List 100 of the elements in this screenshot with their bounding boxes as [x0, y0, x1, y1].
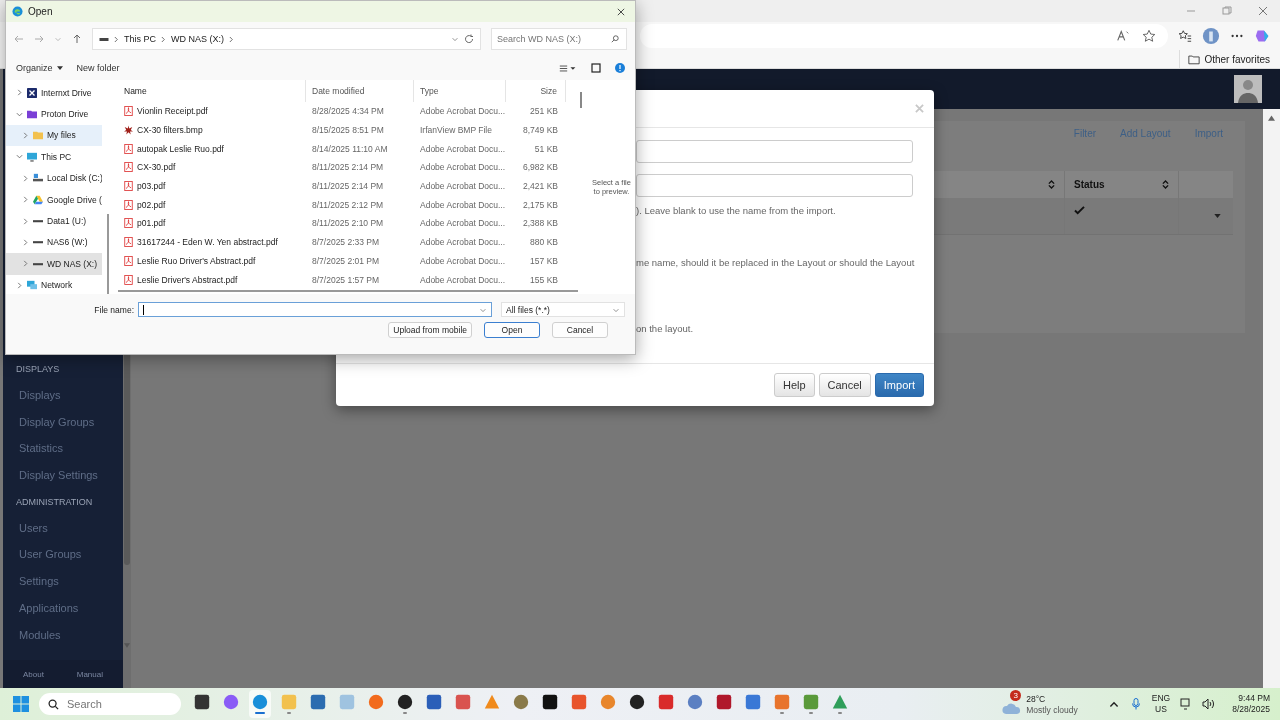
caret-icon[interactable] [1214, 214, 1221, 218]
tree-item[interactable]: This PC [6, 146, 102, 168]
view-options-icon[interactable] [559, 63, 577, 73]
tree-item[interactable]: Internxt Drive [6, 82, 102, 104]
column-header[interactable]: Size [506, 80, 566, 102]
network-icon[interactable] [1180, 698, 1193, 710]
profile-icon[interactable] [1202, 27, 1220, 45]
close-icon[interactable] [1258, 6, 1268, 16]
forward-icon[interactable] [34, 34, 44, 44]
app-icon [397, 694, 413, 710]
volume-icon[interactable] [1202, 698, 1215, 710]
size-cell-text: 880 KB [529, 237, 559, 248]
column-header[interactable]: Name [118, 80, 306, 102]
type-cell-text: IrfanView BMP File [419, 125, 493, 136]
column-header[interactable]: Date modified [306, 80, 414, 102]
file-name[interactable]: p02.pdf [118, 199, 306, 210]
app-icon [803, 694, 819, 710]
search-icon[interactable] [611, 35, 619, 43]
close-button[interactable] [617, 7, 625, 16]
avatar-icon[interactable] [1234, 75, 1262, 103]
tree-item[interactable]: Proton Drive [6, 103, 102, 125]
file-type-dropdown[interactable]: All files (*.*) [501, 302, 625, 317]
preview-pane-icon[interactable] [591, 63, 601, 73]
date-cell-text: 8/7/2025 1:57 PM [311, 274, 381, 285]
footer-link[interactable]: About [23, 669, 44, 679]
tree-item[interactable]: NAS6 (W:) [6, 231, 102, 254]
sort-icon[interactable] [1162, 179, 1169, 190]
tree-item[interactable]: Data1 (U:) [6, 210, 102, 232]
file-name[interactable]: p01.pdf [118, 218, 306, 229]
file-name[interactable]: autopak Leslie Ruo.pdf [118, 143, 306, 154]
weather-widget[interactable]: 3 28°C Mostly cloudy [1002, 689, 1078, 719]
chevron-right-icon[interactable] [22, 217, 29, 225]
file-name[interactable]: Leslie Driver's Abstract.pdf [118, 274, 306, 285]
refresh-icon[interactable] [464, 34, 474, 44]
chevron-right-icon[interactable] [22, 260, 29, 268]
organize-button[interactable]: Organize [16, 63, 63, 73]
file-name[interactable]: Vionlin Receipt.pdf [118, 106, 306, 117]
column-header[interactable]: Type [414, 80, 506, 102]
help-icon[interactable] [615, 63, 625, 73]
clock[interactable]: 9:44 PM 8/28/2025 [1232, 693, 1270, 715]
chevron-right-icon[interactable] [22, 196, 29, 204]
app-icon [542, 694, 558, 710]
pdf-icon [124, 218, 133, 229]
chevron-down-icon[interactable] [16, 110, 23, 118]
dialog-button[interactable]: Help [773, 373, 815, 397]
app-icon [194, 694, 210, 710]
type-cell-text: Adobe Acrobat Docu... [419, 218, 506, 229]
tree-item[interactable]: My files [6, 124, 102, 147]
chevron-down-icon[interactable] [16, 153, 23, 161]
address-bar[interactable]: This PC WD NAS (X:) [92, 28, 481, 50]
other-favorites-button[interactable]: Other favorites [1179, 50, 1270, 68]
tree-item[interactable]: Network [6, 274, 102, 296]
read-aloud-icon[interactable] [1116, 29, 1130, 43]
microphone-icon[interactable] [1129, 698, 1142, 710]
file-name[interactable]: CX-30 filters.bmp [118, 125, 306, 136]
dialog-button[interactable]: Cancel [552, 322, 608, 338]
chevron-right-icon[interactable] [16, 89, 23, 97]
search-field[interactable]: Search WD NAS (X:) [491, 28, 627, 50]
app-icon [571, 694, 587, 710]
sort-icon[interactable] [1048, 179, 1055, 190]
tree-item[interactable]: Local Disk (C:) [6, 167, 102, 189]
dialog-button[interactable]: Import [874, 373, 924, 397]
search-field[interactable]: Search [39, 693, 181, 715]
language-indicator[interactable]: ENG US [1151, 693, 1171, 715]
app-icon [281, 694, 297, 710]
input-field[interactable] [636, 140, 913, 163]
file-name[interactable]: Leslie Ruo Driver's Abstract.pdf [118, 255, 306, 266]
breadcrumb-item[interactable]: WD NAS (X:) [171, 34, 224, 44]
footer-link[interactable]: Manual [76, 669, 103, 679]
date-cell-text: 8/11/2025 2:10 PM [311, 218, 385, 229]
tree-item[interactable]: WD NAS (X:) [6, 253, 102, 275]
help-text: on the layout. [636, 323, 694, 334]
file-name[interactable]: p03.pdf [118, 181, 306, 192]
triangle-logo-icon [33, 194, 43, 205]
file-name[interactable]: 31617244 - Eden W. Yen abstract.pdf [118, 237, 306, 248]
new-folder-button[interactable]: New folder [76, 63, 120, 73]
scroll-up-icon[interactable] [1268, 115, 1275, 121]
chevron-right-icon[interactable] [22, 131, 29, 139]
chevron-down-icon[interactable] [451, 35, 459, 43]
chevron-right-icon[interactable] [22, 238, 29, 246]
breadcrumb-item[interactable]: This PC [124, 34, 156, 44]
dialog-button[interactable]: Cancel [818, 373, 871, 397]
file-name[interactable]: CX-30.pdf [118, 162, 306, 173]
app-icon [484, 694, 500, 710]
back-icon[interactable] [14, 34, 24, 44]
chevron-right-icon[interactable] [16, 281, 23, 289]
file-name-field[interactable] [138, 302, 492, 317]
star-icon[interactable] [1142, 29, 1156, 43]
date-cell-text: 8/7/2025 2:01 PM [311, 255, 381, 266]
input-field[interactable] [636, 174, 913, 197]
chevron-right-icon[interactable] [22, 174, 29, 182]
tree-item[interactable]: Google Drive ( [6, 188, 102, 211]
scrollbar [580, 92, 582, 108]
dialog-button[interactable]: Upload from mobile [388, 322, 472, 338]
start-icon[interactable] [13, 696, 29, 712]
dialog-button[interactable]: Open [484, 322, 540, 338]
restore-icon[interactable] [1222, 6, 1232, 16]
up-icon[interactable] [72, 34, 82, 44]
size-cell-text: 155 KB [529, 274, 559, 285]
favorites-icon[interactable] [1178, 29, 1192, 43]
